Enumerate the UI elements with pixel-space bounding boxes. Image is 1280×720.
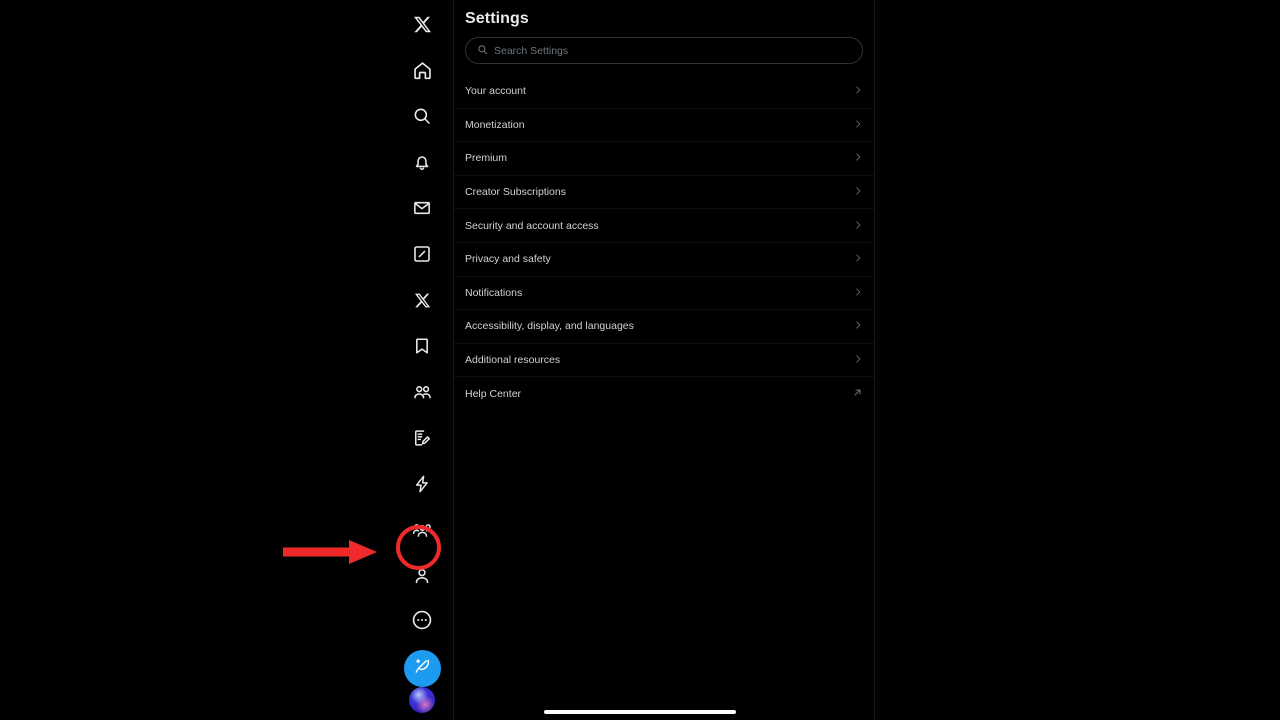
three-people-icon	[412, 520, 433, 541]
home-icon	[412, 60, 433, 81]
chevron-right-icon	[853, 250, 863, 268]
sidebar-item-more[interactable]	[402, 600, 442, 640]
settings-row-label: Privacy and safety	[465, 253, 551, 266]
settings-row-additional-resources[interactable]: Additional resources	[454, 344, 874, 378]
x-logo-icon	[413, 15, 432, 34]
settings-row-label: Your account	[465, 85, 526, 98]
settings-row-label: Premium	[465, 152, 508, 165]
chevron-right-icon	[853, 284, 863, 302]
settings-row-monetization[interactable]: Monetization	[454, 109, 874, 143]
settings-row-creator-subscriptions[interactable]: Creator Subscriptions	[454, 176, 874, 210]
two-people-icon	[412, 382, 433, 403]
settings-row-label: Additional resources	[465, 354, 561, 367]
lightning-icon	[412, 474, 432, 494]
sidebar-item-home[interactable]	[402, 50, 442, 90]
chevron-right-icon	[853, 149, 863, 167]
avatar[interactable]	[409, 687, 435, 713]
chevron-right-icon	[853, 317, 863, 335]
search-icon	[477, 42, 488, 60]
sidebar-item-groups[interactable]	[402, 510, 442, 550]
external-link-icon	[852, 385, 863, 403]
settings-row-your-account[interactable]: Your account	[454, 75, 874, 109]
sidebar-item-communities[interactable]	[402, 372, 442, 412]
settings-row-notifications[interactable]: Notifications	[454, 277, 874, 311]
settings-row-label: Creator Subscriptions	[465, 186, 566, 199]
grok-square-icon	[412, 244, 432, 264]
x-logo-icon	[414, 292, 431, 309]
settings-row-help-center[interactable]: Help Center	[454, 377, 874, 411]
sidebar-item-notifications[interactable]	[402, 142, 442, 182]
settings-row-premium[interactable]: Premium	[454, 142, 874, 176]
compose-post-button[interactable]	[403, 650, 441, 687]
chevron-right-icon	[853, 82, 863, 100]
settings-row-label: Security and account access	[465, 219, 599, 232]
chevron-right-icon	[853, 116, 863, 134]
home-indicator	[544, 710, 736, 714]
search-settings-container	[454, 28, 874, 64]
sidebar-item-grok[interactable]	[402, 234, 442, 274]
chevron-right-icon	[853, 183, 863, 201]
sidebar-item-moments[interactable]	[402, 464, 442, 504]
sidebar-item-explore[interactable]	[402, 96, 442, 136]
search-settings-box[interactable]	[465, 37, 863, 64]
settings-row-label: Notifications	[465, 286, 523, 299]
sidebar-item-x-logo[interactable]	[402, 4, 442, 44]
envelope-icon	[412, 198, 432, 218]
sidebar-item-bookmarks[interactable]	[402, 326, 442, 366]
settings-row-security-and-account-access[interactable]: Security and account access	[454, 209, 874, 243]
person-icon	[412, 566, 432, 586]
settings-row-label: Help Center	[465, 388, 522, 401]
left-nav-sidebar	[0, 0, 454, 720]
more-circle-icon	[411, 609, 433, 631]
chevron-right-icon	[853, 351, 863, 369]
settings-row-privacy-and-safety[interactable]: Privacy and safety	[454, 243, 874, 277]
page-title: Settings	[465, 10, 529, 27]
search-icon	[412, 106, 432, 126]
settings-row-accessibility-display-and-languages[interactable]: Accessibility, display, and languages	[454, 310, 874, 344]
bell-icon	[412, 152, 432, 172]
sidebar-item-messages[interactable]	[402, 188, 442, 228]
search-settings-input[interactable]	[494, 44, 851, 57]
settings-row-label: Monetization	[465, 118, 525, 131]
sidebar-item-notes[interactable]	[402, 418, 442, 458]
bookmark-icon	[412, 336, 432, 356]
chevron-right-icon	[853, 217, 863, 235]
sidebar-item-profile[interactable]	[402, 556, 442, 596]
notes-edit-icon	[412, 428, 432, 448]
x-settings-screen: Settings Your account Mone	[0, 0, 1280, 720]
settings-list: Your account Monetization Premium Creato…	[454, 75, 874, 411]
nav-icon-rail	[391, 0, 453, 720]
settings-row-label: Accessibility, display, and languages	[465, 320, 634, 333]
settings-panel: Settings Your account Mone	[454, 0, 875, 720]
feather-compose-icon	[412, 656, 432, 681]
sidebar-item-x-secondary[interactable]	[402, 280, 442, 320]
